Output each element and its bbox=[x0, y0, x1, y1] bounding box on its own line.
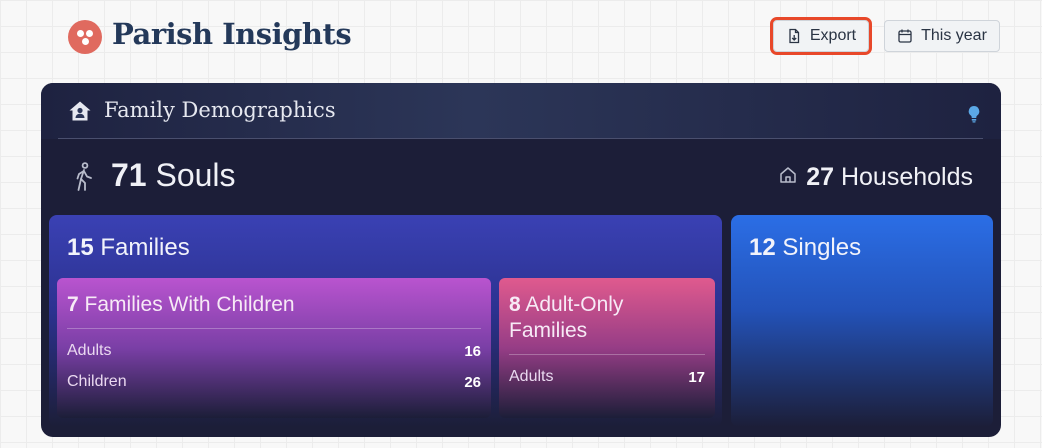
calendar-icon bbox=[898, 29, 912, 43]
walking-person-icon bbox=[76, 162, 92, 191]
families-panel: 15 Families 7 Families With Children Adu… bbox=[49, 215, 722, 427]
families-with-children-title: 7 Families With Children bbox=[67, 293, 295, 316]
children-value: 26 bbox=[464, 374, 481, 391]
house-outline-icon bbox=[780, 167, 796, 183]
souls-label: Souls bbox=[155, 157, 236, 193]
households-count: 27 Households bbox=[806, 163, 973, 192]
family-demographics-card: Family Demographics 71 Souls 27 Househol… bbox=[41, 83, 1001, 437]
adults-label: Adults bbox=[67, 342, 112, 359]
households-number: 27 bbox=[806, 163, 835, 191]
families-title: 15 Families bbox=[67, 234, 190, 261]
adults-label: Adults bbox=[509, 368, 554, 385]
parish-logo-icon bbox=[68, 20, 102, 54]
export-label: Export bbox=[809, 27, 857, 44]
households-label: Households bbox=[840, 163, 973, 191]
card-header: Family Demographics bbox=[41, 83, 1001, 139]
adult-only-families-title: 8 Adult-Only Families bbox=[509, 293, 624, 342]
home-icon bbox=[69, 101, 91, 121]
adult-only-families-panel: 8 Adult-Only Families Adults 17 bbox=[499, 278, 715, 418]
export-button[interactable]: Export bbox=[770, 17, 872, 55]
file-export-icon bbox=[789, 28, 800, 44]
singles-panel: 12 Singles bbox=[731, 215, 993, 427]
totals-row: 71 Souls 27 Households bbox=[41, 139, 1001, 215]
divider bbox=[67, 328, 481, 329]
period-select-button[interactable]: This year bbox=[884, 20, 1000, 52]
divider bbox=[509, 354, 705, 355]
singles-title: 12 Singles bbox=[749, 234, 862, 261]
adults-value: 16 bbox=[464, 343, 481, 360]
children-label: Children bbox=[67, 373, 127, 390]
souls-count: 71 Souls bbox=[111, 157, 236, 194]
adults-value: 17 bbox=[688, 369, 705, 386]
souls-number: 71 bbox=[111, 157, 147, 193]
lightbulb-icon[interactable] bbox=[967, 105, 981, 123]
card-title: Family Demographics bbox=[104, 98, 336, 122]
families-with-children-panel: 7 Families With Children Adults 16 Child… bbox=[57, 278, 491, 418]
app-title: Parish Insights bbox=[112, 17, 352, 51]
period-label: This year bbox=[921, 27, 987, 44]
